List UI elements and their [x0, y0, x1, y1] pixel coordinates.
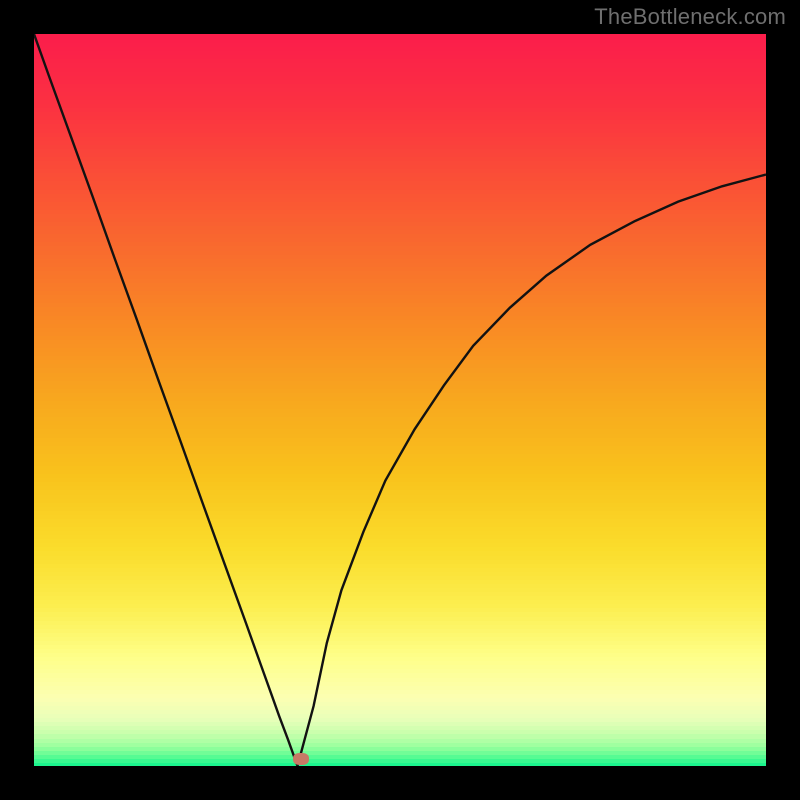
min-point-marker [293, 753, 309, 765]
watermark: TheBottleneck.com [594, 4, 786, 30]
plot-area [34, 34, 766, 766]
bottleneck-curve [34, 34, 766, 766]
chart-frame: { "watermark": "TheBottleneck.com", "col… [0, 0, 800, 800]
